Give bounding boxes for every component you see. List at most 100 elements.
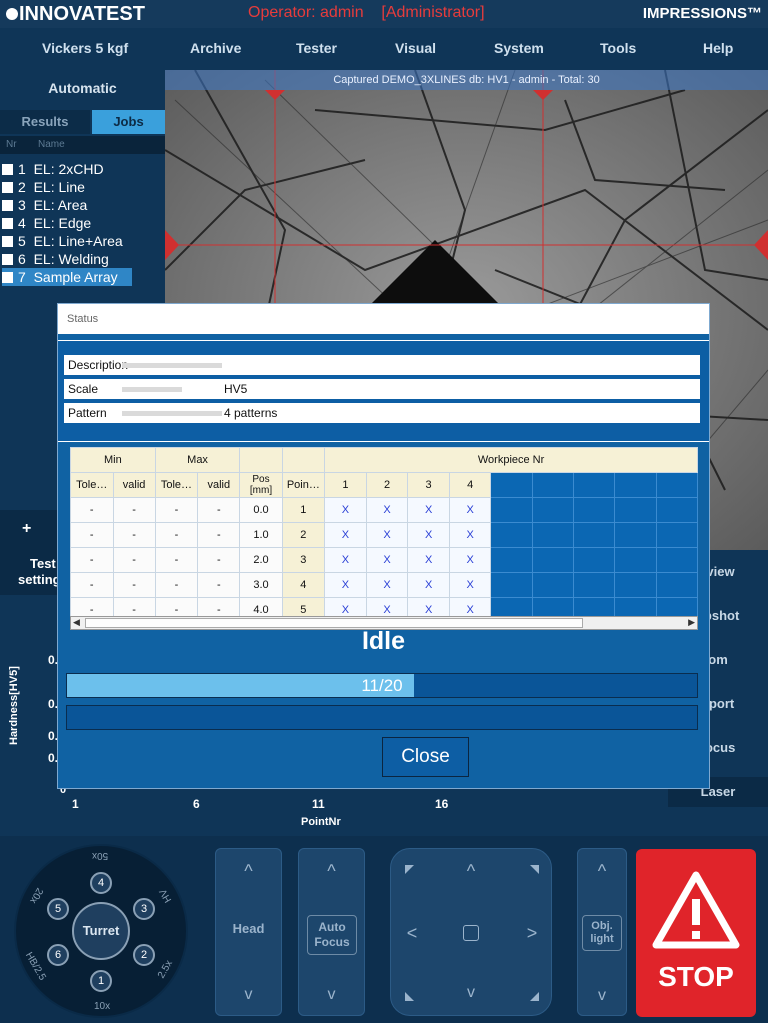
- empty-cell: [573, 472, 616, 498]
- head-up-button[interactable]: ^: [216, 849, 281, 901]
- stage-upleft-icon[interactable]: [405, 865, 414, 874]
- cell-mark[interactable]: X: [448, 547, 492, 573]
- menu-tools[interactable]: Tools: [600, 40, 636, 56]
- job-item[interactable]: 5 EL: Line+Area: [2, 232, 123, 250]
- cell-mark[interactable]: X: [407, 597, 450, 617]
- stage-upright-icon[interactable]: [530, 865, 539, 874]
- close-button[interactable]: Close: [382, 737, 469, 777]
- stage-right-button[interactable]: >: [517, 907, 547, 959]
- job-checkbox[interactable]: [2, 271, 13, 283]
- stage-down-button[interactable]: v: [443, 971, 499, 1011]
- cell-mark[interactable]: X: [324, 497, 367, 523]
- cell-mark[interactable]: X: [448, 572, 492, 598]
- empty-cell: [490, 497, 533, 523]
- cell-mark[interactable]: X: [407, 497, 450, 523]
- light-down-button[interactable]: v: [578, 967, 626, 1015]
- col-workpiece-2[interactable]: 2: [365, 472, 409, 498]
- empty-cell: [614, 497, 657, 523]
- col-pos[interactable]: Pos [mm]: [239, 472, 283, 498]
- test-settings-label-1[interactable]: Test: [30, 556, 56, 571]
- cell-mark[interactable]: X: [407, 522, 450, 548]
- cell-mark[interactable]: X: [324, 547, 367, 573]
- obj-light-button[interactable]: Obj. light: [582, 915, 622, 951]
- job-item[interactable]: 1 EL: 2xCHD: [2, 160, 104, 178]
- menu-system[interactable]: System: [494, 40, 544, 56]
- turret-position-5[interactable]: 5: [47, 898, 69, 920]
- menu-help[interactable]: Help: [703, 40, 733, 56]
- col-min-tolerance[interactable]: Tole…: [70, 472, 114, 498]
- job-label: EL: Area: [33, 197, 88, 213]
- stage-downright-icon[interactable]: [530, 992, 539, 1001]
- job-checkbox[interactable]: [2, 181, 13, 193]
- stage-up-button[interactable]: ^: [443, 855, 499, 895]
- turret-dial[interactable]: Turret 4 3 2 1 6 5 50x HV 2.5x 10x HB/2.…: [14, 844, 188, 1018]
- mode-label[interactable]: Automatic: [0, 80, 165, 96]
- turret-position-2[interactable]: 2: [133, 944, 155, 966]
- job-item[interactable]: 2 EL: Line: [2, 178, 85, 196]
- empty-cell: [573, 522, 616, 548]
- job-checkbox[interactable]: [2, 163, 13, 175]
- head-down-button[interactable]: v: [216, 965, 281, 1015]
- col-min-valid[interactable]: valid: [112, 472, 156, 498]
- light-up-button[interactable]: ^: [578, 849, 626, 899]
- turret-position-6[interactable]: 6: [47, 944, 69, 966]
- focus-down-button[interactable]: v: [299, 965, 364, 1015]
- stage-downleft-icon[interactable]: [405, 992, 414, 1001]
- table-row[interactable]: - - - - 0.0 1 X X X X: [70, 497, 698, 523]
- menu-vickers[interactable]: Vickers 5 kgf: [42, 40, 128, 56]
- cell-mark[interactable]: X: [407, 547, 450, 573]
- menu-tester[interactable]: Tester: [296, 40, 337, 56]
- col-workpiece-4[interactable]: 4: [448, 472, 492, 498]
- turret-label-20x: 20x: [27, 885, 45, 906]
- menu-visual[interactable]: Visual: [395, 40, 436, 56]
- job-item[interactable]: 6 EL: Welding: [2, 250, 109, 268]
- cell-mark[interactable]: X: [448, 597, 492, 617]
- table-row[interactable]: - - - - 1.0 2 X X X X: [70, 522, 698, 548]
- col-max-valid[interactable]: valid: [197, 472, 241, 498]
- job-checkbox[interactable]: [2, 235, 13, 247]
- table-row[interactable]: - - - - 3.0 4 X X X X: [70, 572, 698, 598]
- col-max-tolerance[interactable]: Tole…: [154, 472, 199, 498]
- cell-mark[interactable]: X: [365, 572, 409, 598]
- tab-jobs[interactable]: Jobs: [92, 110, 165, 134]
- turret-position-4[interactable]: 4: [90, 872, 112, 894]
- stage-center-icon[interactable]: [463, 925, 479, 941]
- turret-position-3[interactable]: 3: [133, 898, 155, 920]
- job-item[interactable]: 3 EL: Area: [2, 196, 87, 214]
- cell-mark[interactable]: X: [407, 572, 450, 598]
- job-item[interactable]: 4 EL: Edge: [2, 214, 91, 232]
- cell-mark[interactable]: X: [448, 522, 492, 548]
- job-checkbox[interactable]: [2, 199, 13, 211]
- cell-mark[interactable]: X: [365, 522, 409, 548]
- turret-center-button[interactable]: Turret: [72, 902, 130, 960]
- tab-results[interactable]: Results: [0, 110, 90, 134]
- job-item-selected[interactable]: 7 Sample Array: [2, 268, 132, 286]
- focus-up-button[interactable]: ^: [299, 849, 364, 901]
- job-checkbox[interactable]: [2, 253, 13, 265]
- cell-min-tol: -: [70, 597, 114, 617]
- table-row[interactable]: - - - - 4.0 5 X X X X: [70, 597, 698, 617]
- menu-archive[interactable]: Archive: [190, 40, 241, 56]
- turret-position-1[interactable]: 1: [90, 970, 112, 992]
- cell-mark[interactable]: X: [448, 497, 492, 523]
- col-workpiece-1[interactable]: 1: [324, 472, 367, 498]
- cell-mark[interactable]: X: [365, 597, 409, 617]
- progress-text: 11/20: [361, 676, 403, 695]
- job-checkbox[interactable]: [2, 217, 13, 229]
- stop-button[interactable]: STOP: [636, 849, 756, 1017]
- col-workpiece-3[interactable]: 3: [407, 472, 450, 498]
- add-icon[interactable]: +: [22, 520, 31, 538]
- results-grid[interactable]: Min Max Workpiece Nr Tole… valid Tole… v…: [70, 447, 698, 617]
- cell-mark[interactable]: X: [324, 572, 367, 598]
- operator-name: Operator: admin: [248, 4, 364, 21]
- test-settings-label-2[interactable]: setting: [18, 572, 61, 587]
- cell-mark[interactable]: X: [365, 547, 409, 573]
- table-row[interactable]: - - - - 2.0 3 X X X X: [70, 547, 698, 573]
- cell-mark[interactable]: X: [324, 522, 367, 548]
- cell-mark[interactable]: X: [365, 497, 409, 523]
- stage-left-button[interactable]: <: [397, 907, 427, 959]
- cell-mark[interactable]: X: [324, 597, 367, 617]
- col-point[interactable]: Poin…: [281, 472, 326, 498]
- auto-focus-button[interactable]: Auto Focus: [307, 915, 357, 955]
- cell-point: 1: [281, 497, 326, 523]
